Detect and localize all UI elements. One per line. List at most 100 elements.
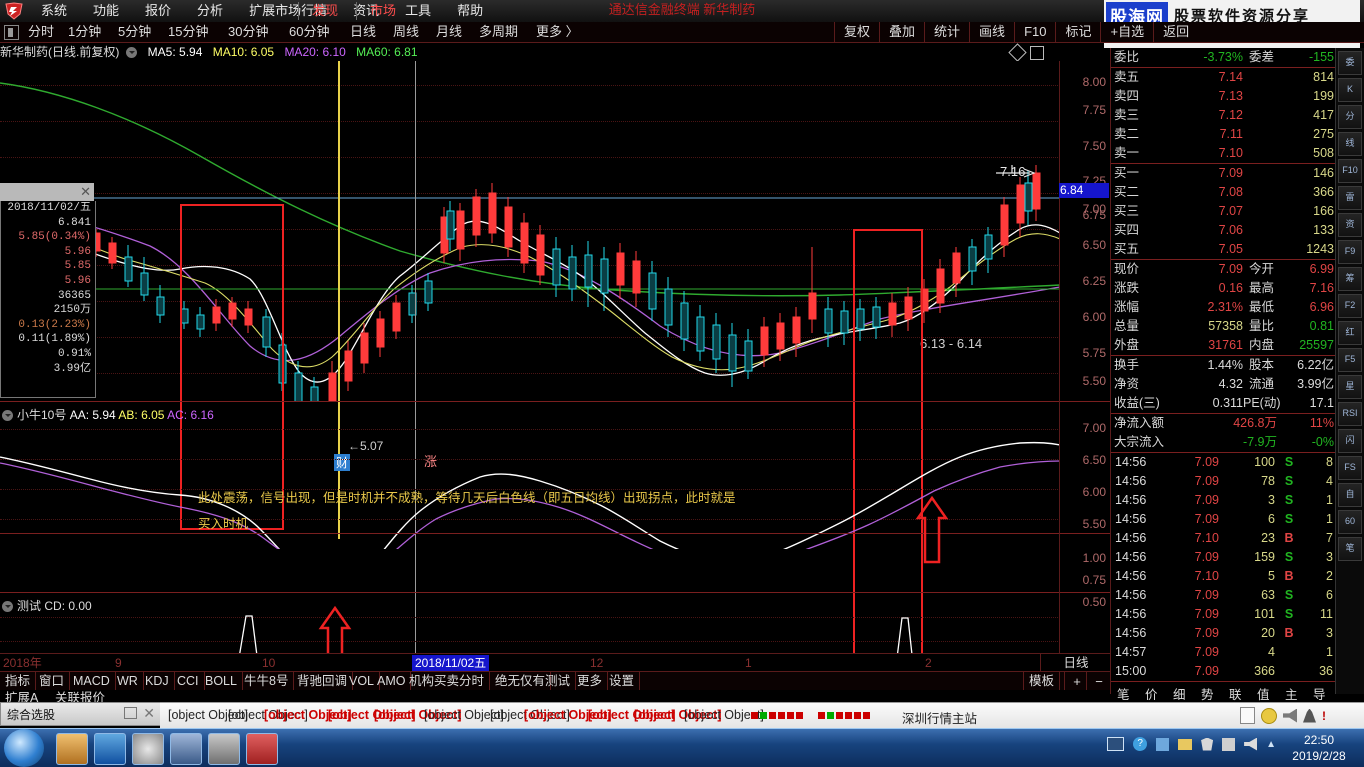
menu-item-help[interactable]: 帮助 — [444, 0, 496, 22]
period-5min[interactable]: 5分钟 — [112, 22, 157, 42]
bid-row[interactable]: 买一 7.09 146 — [1111, 164, 1337, 183]
btn-stats[interactable]: 统计 — [924, 22, 969, 42]
bid-row[interactable]: 买四 7.06 133 — [1111, 221, 1337, 240]
tray-icon-chevron-up[interactable]: ▲ — [1266, 739, 1276, 750]
rail-icon-zi2[interactable]: 自 — [1338, 483, 1362, 507]
tray-icon-volume[interactable] — [1244, 737, 1258, 751]
indbar-niuniu8[interactable]: 牛牛8号 — [239, 672, 295, 691]
taskbar-icon-media[interactable] — [94, 733, 126, 765]
period-daily[interactable]: 日线 — [344, 22, 382, 42]
menu-item-quote[interactable]: 报价 — [132, 0, 184, 22]
chart-area[interactable]: 7.16 6.13 - 6.14 ←5.07 财 涨 ✕ 2018/11/02/… — [0, 61, 1110, 705]
period-15min[interactable]: 15分钟 — [162, 22, 214, 42]
indbar-settings[interactable]: 设置 — [604, 672, 641, 691]
rail-icon-f2[interactable]: F2 — [1338, 294, 1362, 318]
btn-f10[interactable]: F10 — [1014, 22, 1055, 42]
zoom-out-button[interactable]: − — [1086, 672, 1111, 691]
menu-item-function[interactable]: 功能 — [80, 0, 132, 22]
rail-icon-xing[interactable]: 星 — [1338, 375, 1362, 399]
rail-icon-chou[interactable]: 筹 — [1338, 267, 1362, 291]
period-more[interactable]: 更多 〉 — [530, 22, 585, 42]
ask-row[interactable]: 卖五 7.14 814 — [1111, 68, 1337, 87]
rail-icon-rsi[interactable]: RSI — [1338, 402, 1362, 426]
btn-adjust[interactable]: 复权 — [834, 22, 879, 42]
footer-tab-shi[interactable]: 势 — [1201, 684, 1214, 703]
tray-icon-app[interactable] — [1156, 737, 1170, 751]
indbar-ceshi[interactable]: 测试 — [540, 672, 577, 691]
footer-tab-lian[interactable]: 联 — [1229, 684, 1242, 703]
rail-icon-zi[interactable]: 资 — [1338, 213, 1362, 237]
tray-icon-monitor[interactable] — [1107, 737, 1125, 751]
close-icon[interactable]: ✕ — [80, 184, 91, 200]
btn-add-watch[interactable]: +自选 — [1100, 22, 1153, 42]
indbar-kdj[interactable]: KDJ — [140, 672, 175, 691]
ask-row[interactable]: 卖三 7.12 417 — [1111, 106, 1337, 125]
tick-table[interactable]: 14:56 7.09 100 S 8 14:56 7.09 78 S 4 14:56 7.09 3 S… — [1111, 453, 1337, 681]
period-30min[interactable]: 30分钟 — [222, 22, 274, 42]
maximize-pane-icon[interactable] — [1030, 46, 1044, 60]
alert-icon[interactable]: ! — [1322, 709, 1326, 723]
tray-icon-net[interactable] — [1222, 737, 1236, 751]
indbar-indicator[interactable]: 指标 — [0, 672, 37, 691]
trumpet-icon[interactable] — [1283, 708, 1297, 723]
period-1min[interactable]: 1分钟 — [62, 22, 107, 42]
window-layout-icon[interactable] — [4, 25, 19, 40]
taskbar-icon-app1[interactable] — [170, 733, 202, 765]
rail-icon-f5[interactable]: F5 — [1338, 348, 1362, 372]
footer-tab-dao[interactable]: 导 — [1313, 684, 1326, 703]
rail-icon-fen[interactable]: 分 — [1338, 105, 1362, 129]
rail-icon-bi[interactable]: 笔 — [1338, 537, 1362, 561]
bottom-window-titlebar[interactable]: 综合选股 ✕ — [0, 702, 162, 726]
diamond-icon[interactable] — [1008, 43, 1027, 62]
footer-tab-xi[interactable]: 细 — [1173, 684, 1186, 703]
taskbar-icon-app2[interactable] — [208, 733, 240, 765]
footer-tab-jia[interactable]: 价 — [1145, 684, 1158, 703]
start-button-icon[interactable] — [4, 729, 44, 767]
footer-tab-bi[interactable]: 笔 — [1117, 684, 1130, 703]
ask-row[interactable]: 卖一 7.10 508 — [1111, 144, 1337, 163]
btn-drawline[interactable]: 画线 — [969, 22, 1014, 42]
indbar-boll[interactable]: BOLL — [200, 672, 243, 691]
person-icon[interactable] — [1303, 708, 1316, 723]
restore-icon[interactable] — [124, 707, 137, 719]
period-monthly[interactable]: 月线 — [430, 22, 468, 42]
chevron-down-icon[interactable] — [126, 47, 138, 58]
rail-icon-fs[interactable]: FS — [1338, 456, 1362, 480]
rail-icon-f10[interactable]: F10 — [1338, 159, 1362, 183]
rail-icon-60[interactable]: 60 — [1338, 510, 1362, 534]
menu-item-analysis[interactable]: 分析 — [184, 0, 236, 22]
btn-overlay[interactable]: 叠加 — [879, 22, 924, 42]
quote-tooltip[interactable]: ✕ 2018/11/02/五 6.841 5.85(0.34%) 5.96 5.… — [0, 183, 96, 398]
rail-icon-hong[interactable]: 红 — [1338, 321, 1362, 345]
bid-row[interactable]: 买五 7.05 1243 — [1111, 240, 1337, 259]
indbar-window[interactable]: 窗口 — [34, 672, 71, 691]
period-60min[interactable]: 60分钟 — [283, 22, 335, 42]
rail-icon-wei[interactable]: 委 — [1338, 51, 1362, 75]
rail-icon-xian[interactable]: 线 — [1338, 132, 1362, 156]
period-weekly[interactable]: 周线 — [387, 22, 425, 42]
rail-icon-f9[interactable]: F9 — [1338, 240, 1362, 264]
ask-row[interactable]: 卖四 7.13 199 — [1111, 87, 1337, 106]
tooltip-titlebar[interactable]: ✕ — [0, 183, 94, 201]
indbar-macd[interactable]: MACD — [68, 672, 116, 691]
tray-icon-folder[interactable] — [1178, 738, 1193, 750]
rail-icon-k[interactable]: K — [1338, 78, 1362, 102]
period-multi[interactable]: 多周期 — [473, 22, 524, 42]
bid-row[interactable]: 买三 7.07 166 — [1111, 202, 1337, 221]
taskbar-icon-explorer[interactable] — [56, 733, 88, 765]
footer-tab-zhi[interactable]: 值 — [1257, 684, 1270, 703]
btn-back[interactable]: 返回 — [1153, 22, 1198, 42]
bid-row[interactable]: 买二 7.08 366 — [1111, 183, 1337, 202]
tray-icon-help[interactable]: ? — [1133, 737, 1148, 751]
footer-tab-zhu[interactable]: 主 — [1285, 684, 1298, 703]
menu-item-market[interactable]: 市场 — [360, 0, 406, 22]
taskbar-clock[interactable]: 22:50 2019/2/28 — [1280, 732, 1358, 764]
close-icon[interactable]: ✕ — [143, 705, 155, 722]
coin-icon[interactable] — [1261, 707, 1277, 724]
rail-icon-shan[interactable]: 闪 — [1338, 429, 1362, 453]
period-intraday[interactable]: 分时 — [22, 22, 60, 42]
tray-icon-shield[interactable] — [1201, 737, 1214, 751]
taskbar-icon-tdx[interactable] — [246, 733, 278, 765]
indbar-more[interactable]: 更多 — [572, 672, 609, 691]
menu-item-discover[interactable]: 发现 — [302, 0, 348, 22]
